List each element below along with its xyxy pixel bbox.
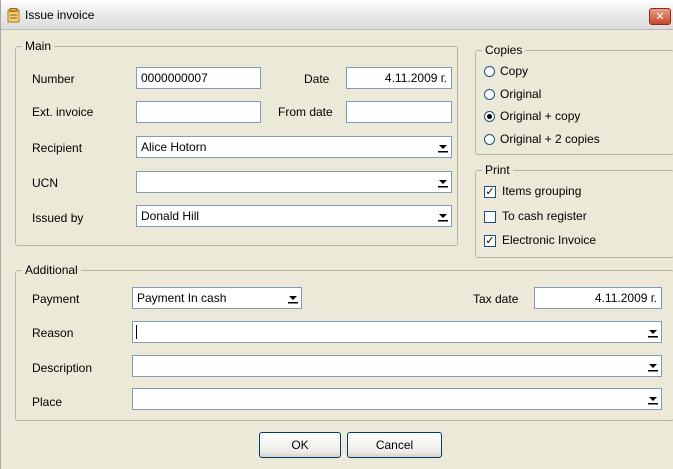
description-label: Description <box>32 361 93 375</box>
copies-group-legend: Copies <box>485 43 523 57</box>
title-bar[interactable]: Issue invoice ✕ <box>1 0 673 30</box>
payment-label: Payment <box>32 292 80 306</box>
chevron-down-icon[interactable] <box>437 209 449 223</box>
ext-invoice-label: Ext. invoice <box>32 105 94 119</box>
tax-date-label: Tax date <box>473 292 519 306</box>
checkbox-checked[interactable]: ✓ <box>484 185 496 198</box>
description-combo[interactable] <box>132 355 662 377</box>
from-date-field[interactable] <box>346 101 452 123</box>
ucn-label: UCN <box>32 176 58 190</box>
main-group-legend: Main <box>25 39 52 53</box>
copies-option-original[interactable]: Original <box>484 87 541 105</box>
close-icon: ✕ <box>655 11 665 23</box>
checkbox-checked[interactable]: ✓ <box>484 234 496 247</box>
ok-button[interactable]: OK <box>259 432 341 458</box>
reason-combo[interactable] <box>132 321 662 343</box>
place-label: Place <box>32 395 63 409</box>
copies-option-copy[interactable]: Copy <box>484 64 528 82</box>
issued-by-value: Donald Hill <box>141 209 200 223</box>
issue-invoice-dialog: Issue invoice ✕ Main Number 0000000007 D… <box>0 0 673 469</box>
cancel-button[interactable]: Cancel <box>347 432 442 458</box>
radio-button[interactable] <box>484 66 495 78</box>
additional-group-legend: Additional <box>25 263 78 277</box>
ucn-combo[interactable] <box>136 171 452 193</box>
radio-button[interactable] <box>484 134 495 146</box>
print-group-legend: Print <box>485 163 510 177</box>
checkbox[interactable] <box>484 210 496 223</box>
chevron-down-icon[interactable] <box>647 325 659 339</box>
reason-label: Reason <box>32 326 74 340</box>
recipient-label: Recipient <box>32 141 83 155</box>
radio-button[interactable] <box>484 89 495 101</box>
recipient-value: Alice Hotorn <box>141 140 207 154</box>
copies-option-original-plus-2-copies[interactable]: Original + 2 copies <box>484 132 600 150</box>
tax-date-field[interactable]: 4.11.2009 г. <box>534 287 662 309</box>
invoice-icon <box>7 8 20 23</box>
chevron-down-icon[interactable] <box>437 175 449 189</box>
chevron-down-icon[interactable] <box>437 140 449 154</box>
number-label: Number <box>32 72 75 86</box>
electronic-invoice-checkbox-row[interactable]: ✓ Electronic Invoice <box>484 233 596 251</box>
payment-combo[interactable]: Payment In cash <box>132 287 302 309</box>
issued-by-combo[interactable]: Donald Hill <box>136 205 452 227</box>
chevron-down-icon[interactable] <box>647 359 659 373</box>
ext-invoice-field[interactable] <box>136 101 261 123</box>
chevron-down-icon[interactable] <box>647 392 659 406</box>
window-title: Issue invoice <box>25 8 95 22</box>
text-caret <box>136 325 137 339</box>
date-field[interactable]: 4.11.2009 г. <box>346 67 452 89</box>
number-field[interactable]: 0000000007 <box>136 67 261 89</box>
items-grouping-checkbox-row[interactable]: ✓ Items grouping <box>484 184 581 202</box>
place-combo[interactable] <box>132 388 662 410</box>
payment-value: Payment In cash <box>137 291 227 305</box>
copies-option-original-plus-copy[interactable]: Original + copy <box>484 109 580 127</box>
date-label: Date <box>304 72 330 86</box>
close-button[interactable]: ✕ <box>649 8 671 25</box>
radio-button-selected[interactable] <box>484 111 495 123</box>
issued-by-label: Issued by <box>32 211 84 225</box>
chevron-down-icon[interactable] <box>287 291 299 305</box>
recipient-combo[interactable]: Alice Hotorn <box>136 136 452 158</box>
to-cash-register-checkbox-row[interactable]: To cash register <box>484 209 587 227</box>
from-date-label: From date <box>278 105 333 119</box>
